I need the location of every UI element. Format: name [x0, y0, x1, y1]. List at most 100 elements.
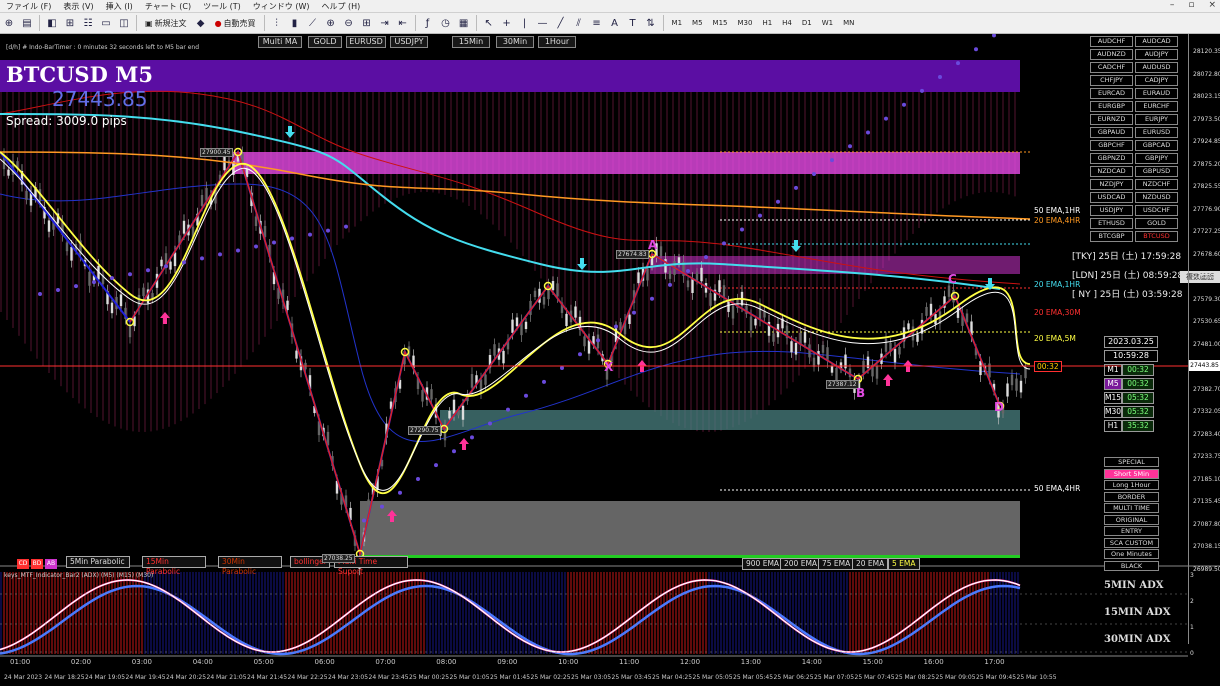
ema-toggle-button[interactable]: 5 EMA — [888, 558, 920, 570]
chart-window[interactable]: [d/h] # Indo-BarTimer : 0 minutes 32 sec… — [0, 34, 1220, 686]
side-button[interactable]: ENTRY — [1104, 526, 1159, 536]
menu-item[interactable]: チャート (C) — [139, 1, 197, 12]
line-chart-icon[interactable]: ⟋ — [305, 15, 321, 31]
pair-button[interactable]: EURNZD — [1090, 114, 1133, 125]
pair-button[interactable]: GBPUSD — [1135, 166, 1178, 177]
pair-button[interactable]: AUDCHF — [1090, 36, 1133, 47]
pair-button[interactable]: EURCHF — [1135, 101, 1178, 112]
side-button[interactable]: SCA CUSTOM — [1104, 537, 1159, 548]
pair-button[interactable]: EURGBP — [1090, 101, 1133, 112]
vertical-line-icon[interactable]: | — [517, 15, 533, 31]
metaeditor-icon[interactable]: ◆ — [193, 15, 209, 31]
pair-button[interactable]: USDCAD — [1090, 192, 1133, 203]
side-button[interactable]: SPECIAL — [1104, 457, 1159, 467]
profiles-icon[interactable]: ▤ — [19, 15, 35, 31]
pair-button[interactable]: AUDUSD — [1135, 62, 1178, 73]
timeframe-m5[interactable]: M5 — [687, 18, 708, 28]
pair-button[interactable]: AUDCAD — [1135, 36, 1178, 47]
horizontal-line-icon[interactable]: — — [535, 15, 551, 31]
tile-windows-icon[interactable]: ⊞ — [359, 15, 375, 31]
indicator-toggle-button[interactable]: 5Min Parabolic — [66, 556, 130, 568]
bottom-tag[interactable]: CD — [17, 559, 29, 569]
auto-trading-button[interactable]: ● 自動売買 — [210, 15, 261, 32]
pair-button[interactable]: GBPAUD — [1090, 127, 1133, 138]
crosshair-icon[interactable]: + — [499, 15, 515, 31]
menu-item[interactable]: 表示 (V) — [57, 1, 99, 12]
side-button[interactable]: MULTI TIME — [1104, 503, 1159, 513]
menu-item[interactable]: ウィンドウ (W) — [247, 1, 316, 12]
cursor-icon[interactable]: ↖ — [481, 15, 497, 31]
new-chart-icon[interactable]: ⊕ — [1, 15, 17, 31]
side-button[interactable]: BLACK — [1104, 560, 1159, 571]
autoscroll-icon[interactable]: ⇥ — [377, 15, 393, 31]
pair-button[interactable]: GOLD — [1135, 218, 1178, 229]
timeframe-m15[interactable]: M15 — [708, 18, 733, 28]
periods-icon[interactable]: ◷ — [438, 15, 454, 31]
pair-button[interactable]: CADCHF — [1090, 62, 1133, 73]
data-window-icon[interactable]: ⊞ — [62, 15, 78, 31]
pair-button[interactable]: GBPCHF — [1090, 140, 1133, 151]
timeframe-m1[interactable]: M1 — [667, 18, 688, 28]
top-tab-timeframe[interactable]: 30Min — [496, 36, 534, 48]
restore-icon[interactable]: ▫ — [1188, 0, 1194, 10]
timeframe-h1[interactable]: H1 — [757, 18, 777, 28]
zoom-in-icon[interactable]: ⊕ — [323, 15, 339, 31]
candlestick-icon[interactable]: ▮ — [287, 15, 303, 31]
menu-item[interactable]: ファイル (F) — [0, 1, 57, 12]
timeframe-mn[interactable]: MN — [838, 18, 859, 28]
pair-button[interactable]: AUDNZD — [1090, 49, 1133, 60]
indicator-toggle-button[interactable]: 15Min Parabolic — [142, 556, 206, 576]
top-tab[interactable]: USDJPY — [390, 36, 428, 48]
pair-button[interactable]: GBPCAD — [1135, 140, 1178, 151]
pair-button[interactable]: GBPNZD — [1090, 153, 1133, 164]
side-button[interactable]: Short 5Min — [1104, 468, 1159, 479]
price-axis[interactable]: 28120.35 28072.80 28023.15 27973.50 27924.85… — [1188, 34, 1220, 644]
top-tab-timeframe[interactable]: 1Hour — [538, 36, 576, 48]
chart-shift-icon[interactable]: ⇤ — [395, 15, 411, 31]
pair-button[interactable]: EURCAD — [1090, 88, 1133, 99]
pair-button[interactable]: NZDCHF — [1135, 179, 1178, 190]
text-tool-icon[interactable]: A — [607, 15, 623, 31]
menu-item[interactable]: ツール (T) — [197, 1, 247, 12]
timeframe-d1[interactable]: D1 — [797, 18, 817, 28]
channel-icon[interactable]: ⫽ — [571, 15, 587, 31]
pair-button[interactable]: USDCHF — [1135, 205, 1178, 216]
pair-button[interactable]: CHFJPY — [1090, 75, 1133, 86]
top-tab[interactable]: EURUSD — [346, 36, 386, 48]
templates-icon[interactable]: ▦ — [456, 15, 472, 31]
pair-button[interactable]: BTCUSD — [1135, 231, 1178, 242]
bottom-tag[interactable]: AB — [45, 559, 57, 569]
pair-button[interactable]: EURUSD — [1135, 127, 1178, 138]
pair-button[interactable]: GBPJPY — [1135, 153, 1178, 164]
pair-button[interactable]: BTCGBP — [1090, 231, 1133, 242]
pair-button[interactable]: EURAUD — [1135, 88, 1178, 99]
pair-button[interactable]: ETHUSD — [1090, 218, 1133, 229]
indicators-icon[interactable]: ƒ — [420, 15, 436, 31]
market-watch-icon[interactable]: ◧ — [44, 15, 60, 31]
pair-button[interactable]: CADJPY — [1135, 75, 1178, 86]
side-button[interactable]: Long 1Hour — [1104, 480, 1159, 490]
fibonacci-icon[interactable]: ≡ — [589, 15, 605, 31]
arrows-icon[interactable]: ⇅ — [643, 15, 659, 31]
menu-item[interactable]: ヘルプ (H) — [315, 1, 366, 12]
top-tab[interactable]: Multi MA — [258, 36, 302, 48]
label-tool-icon[interactable]: T — [625, 15, 641, 31]
minimize-icon[interactable]: – — [1170, 0, 1175, 10]
side-button[interactable]: One Minutes — [1104, 549, 1159, 559]
ema-toggle-button[interactable]: 200 EMA — [780, 558, 822, 570]
pair-button[interactable]: EURJPY — [1135, 114, 1178, 125]
pair-button[interactable]: USDJPY — [1090, 205, 1133, 216]
pair-button[interactable]: NZDJPY — [1090, 179, 1133, 190]
bottom-tag[interactable]: BD — [31, 559, 43, 569]
pair-button[interactable]: NZDCAD — [1090, 166, 1133, 177]
navigator-icon[interactable]: ☷ — [80, 15, 96, 31]
side-button[interactable]: BORDER — [1104, 491, 1159, 502]
ema-toggle-button[interactable]: 75 EMA — [818, 558, 855, 570]
top-tab-timeframe[interactable]: 15Min — [452, 36, 490, 48]
timeframe-w1[interactable]: W1 — [817, 18, 838, 28]
pair-button[interactable]: NZDUSD — [1135, 192, 1178, 203]
timeframe-m30[interactable]: M30 — [733, 18, 758, 28]
terminal-icon[interactable]: ▭ — [98, 15, 114, 31]
tester-icon[interactable]: ◫ — [116, 15, 132, 31]
top-tab[interactable]: GOLD — [308, 36, 342, 48]
